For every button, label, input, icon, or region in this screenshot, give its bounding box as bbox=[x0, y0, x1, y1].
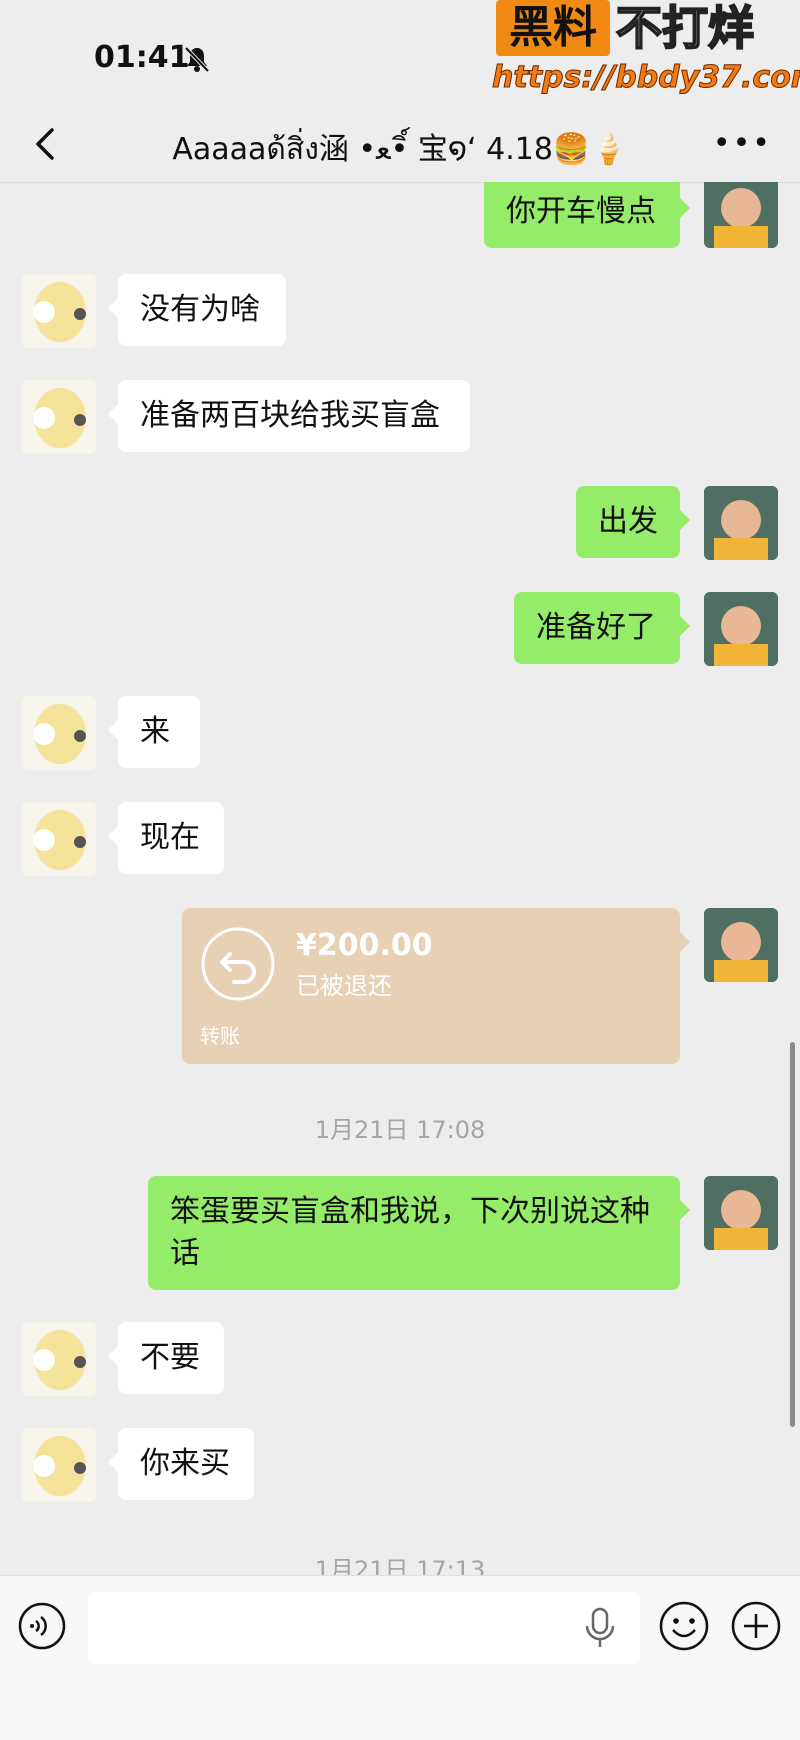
watermark-tagline: 不打烊 bbox=[615, 0, 755, 56]
contact-avatar[interactable] bbox=[22, 1428, 96, 1502]
self-avatar[interactable] bbox=[704, 908, 778, 982]
plus-icon[interactable] bbox=[730, 1600, 782, 1652]
self-avatar[interactable] bbox=[704, 486, 778, 560]
more-options-icon[interactable]: ••• bbox=[713, 126, 772, 161]
contact-avatar[interactable] bbox=[22, 274, 96, 348]
message-bubble[interactable]: 你来买 bbox=[118, 1428, 254, 1500]
contact-avatar[interactable] bbox=[22, 380, 96, 454]
mute-bell-icon bbox=[184, 46, 210, 73]
transfer-label: 转账 bbox=[200, 1024, 240, 1048]
self-avatar[interactable] bbox=[704, 592, 778, 666]
watermark-brand: 黑料 bbox=[496, 0, 610, 56]
transfer-status: 已被退还 bbox=[296, 972, 392, 1000]
message-input[interactable] bbox=[88, 1592, 640, 1664]
watermark-url: https://bbdy37.com bbox=[491, 60, 800, 96]
contact-avatar[interactable] bbox=[22, 802, 96, 876]
message-bubble[interactable]: 出发 bbox=[576, 486, 680, 558]
status-time: 01:41 bbox=[94, 40, 190, 75]
emoji-icon[interactable] bbox=[658, 1600, 710, 1652]
chat-title: Aaaaaด้สิ่ง涵 •ﻌ•ิ์ 宝໑ʻ 4.18🍔🍦 bbox=[172, 132, 628, 167]
self-avatar[interactable] bbox=[704, 182, 778, 248]
voice-input-icon[interactable] bbox=[18, 1602, 66, 1650]
message-bubble[interactable]: 现在 bbox=[118, 802, 224, 874]
message-bubble[interactable]: 你开车慢点 bbox=[484, 182, 680, 248]
message-bubble[interactable]: 笨蛋要买盲盒和我说，下次别说这种话 bbox=[148, 1176, 680, 1290]
chat-header: Aaaaaด้สิ่ง涵 •ﻌ•ิ์ 宝໑ʻ 4.18🍔🍦 ••• bbox=[0, 110, 800, 183]
scrollbar[interactable] bbox=[790, 1042, 795, 1427]
message-bubble[interactable]: 来 bbox=[118, 696, 200, 768]
transfer-amount: ¥200.00 bbox=[296, 928, 433, 963]
message-bubble[interactable]: 准备两百块给我买盲盒 bbox=[118, 380, 470, 452]
refund-return-icon bbox=[201, 927, 275, 1001]
message-bubble[interactable]: 准备好了 bbox=[514, 592, 680, 664]
timestamp: 1月21日 17:13 bbox=[314, 1556, 486, 1575]
contact-avatar[interactable] bbox=[22, 1322, 96, 1396]
transfer-card[interactable]: ¥200.00 已被退还 转账 bbox=[182, 908, 680, 1064]
input-bar bbox=[0, 1575, 800, 1740]
back-arrow-icon[interactable] bbox=[26, 124, 66, 164]
microphone-icon[interactable] bbox=[582, 1606, 618, 1650]
status-bar: 01:41 黑料 不打烊 https://bbdy37.com bbox=[0, 0, 800, 110]
contact-avatar[interactable] bbox=[22, 696, 96, 770]
timestamp: 1月21日 17:08 bbox=[314, 1116, 486, 1144]
self-avatar[interactable] bbox=[704, 1176, 778, 1250]
message-bubble[interactable]: 没有为啥 bbox=[118, 274, 286, 346]
message-list[interactable]: 你开车慢点 没有为啥 准备两百块给我买盲盒 出发 准备好了 来 现在 ¥200.… bbox=[0, 182, 800, 1575]
message-bubble[interactable]: 不要 bbox=[118, 1322, 224, 1394]
